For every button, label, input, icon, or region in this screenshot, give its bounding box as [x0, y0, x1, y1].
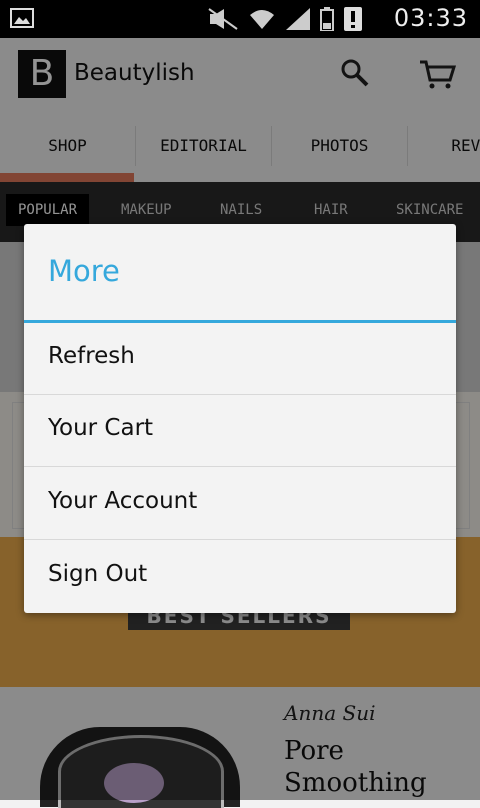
status-bar: 03:33	[0, 0, 480, 38]
gallery-icon	[10, 8, 34, 28]
status-icons	[208, 6, 362, 32]
wifi-icon	[250, 10, 274, 29]
status-time: 03:33	[393, 4, 468, 32]
alert-icon	[344, 7, 362, 31]
dialog-title: More	[48, 254, 120, 288]
menu-item-sign-out[interactable]: Sign Out	[24, 541, 456, 613]
battery-icon	[320, 7, 334, 31]
more-dialog: More Refresh Your Cart Your Account Sign…	[24, 224, 456, 613]
menu-item-your-account[interactable]: Your Account	[24, 468, 456, 540]
mute-icon	[208, 8, 238, 30]
menu-item-refresh[interactable]: Refresh	[24, 323, 456, 395]
menu-item-your-cart[interactable]: Your Cart	[24, 395, 456, 467]
signal-icon	[286, 8, 310, 30]
